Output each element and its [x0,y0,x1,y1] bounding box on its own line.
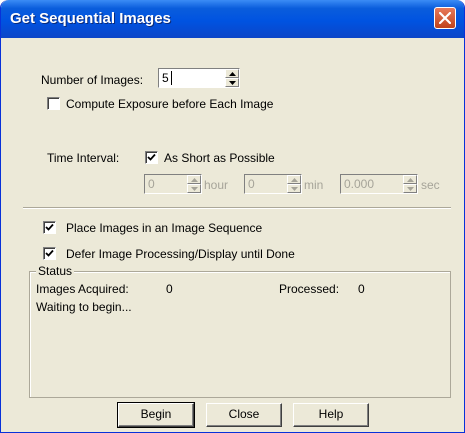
min-up-button[interactable] [287,175,301,184]
compute-exposure-label[interactable]: Compute Exposure before Each Image [66,97,273,111]
number-of-images-down-button[interactable] [225,78,239,87]
checkmark-icon [45,223,54,231]
status-message: Waiting to begin... [36,300,132,314]
sec-value: 0.000 [344,177,375,191]
min-value: 0 [248,177,255,191]
hour-value: 0 [148,177,155,191]
place-in-sequence-checkbox[interactable] [43,221,56,234]
as-short-as-possible-label[interactable]: As Short as Possible [164,151,275,165]
defer-processing-checkbox[interactable] [43,247,56,260]
sec-stepper[interactable]: 0.000 [340,174,418,194]
close-icon [439,12,451,24]
hour-unit-label: hour [204,178,229,192]
compute-exposure-checkbox[interactable] [47,97,60,110]
begin-button[interactable]: Begin [117,402,195,428]
arrow-up-icon [229,72,236,76]
divider [23,207,451,209]
arrow-down-icon [407,187,414,191]
hour-stepper[interactable]: 0 [144,174,202,194]
images-acquired-value: 0 [166,282,173,296]
title-bar[interactable]: Get Sequential Images [1,0,464,38]
window-title: Get Sequential Images [10,10,171,27]
min-unit-label: min [304,178,324,192]
hour-up-button[interactable] [187,175,201,184]
number-of-images-label: Number of Images: [41,73,144,87]
sec-down-button[interactable] [403,184,417,193]
as-short-as-possible-checkbox[interactable] [145,151,158,164]
arrow-down-icon [229,81,236,85]
status-group: Status Images Acquired: 0 Processed: 0 W… [29,264,451,398]
hour-down-button[interactable] [187,184,201,193]
number-of-images-value: 5 [162,71,169,85]
text-caret [171,71,172,85]
time-interval-label: Time Interval: [47,151,120,165]
images-acquired-label: Images Acquired: [36,282,129,296]
arrow-up-icon [191,178,198,182]
min-down-button[interactable] [287,184,301,193]
close-window-button[interactable] [434,7,456,29]
place-in-sequence-label[interactable]: Place Images in an Image Sequence [66,221,262,235]
sec-up-button[interactable] [403,175,417,184]
arrow-up-icon [291,178,298,182]
number-of-images-stepper[interactable]: 5 [158,68,240,88]
checkmark-icon [147,153,156,161]
dialog-window: Get Sequential Images Number of Images: … [0,0,465,433]
defer-processing-label[interactable]: Defer Image Processing/Display until Don… [66,247,295,261]
checkmark-icon [45,249,54,257]
number-of-images-up-button[interactable] [225,69,239,78]
processed-label: Processed: [279,282,340,296]
arrow-up-icon [407,178,414,182]
sec-unit-label: sec [421,178,440,192]
close-button[interactable]: Close [206,403,282,427]
help-button[interactable]: Help [293,403,369,427]
arrow-down-icon [191,187,198,191]
min-stepper[interactable]: 0 [244,174,302,194]
arrow-down-icon [291,187,298,191]
status-legend: Status [36,264,75,278]
processed-value: 0 [358,282,365,296]
